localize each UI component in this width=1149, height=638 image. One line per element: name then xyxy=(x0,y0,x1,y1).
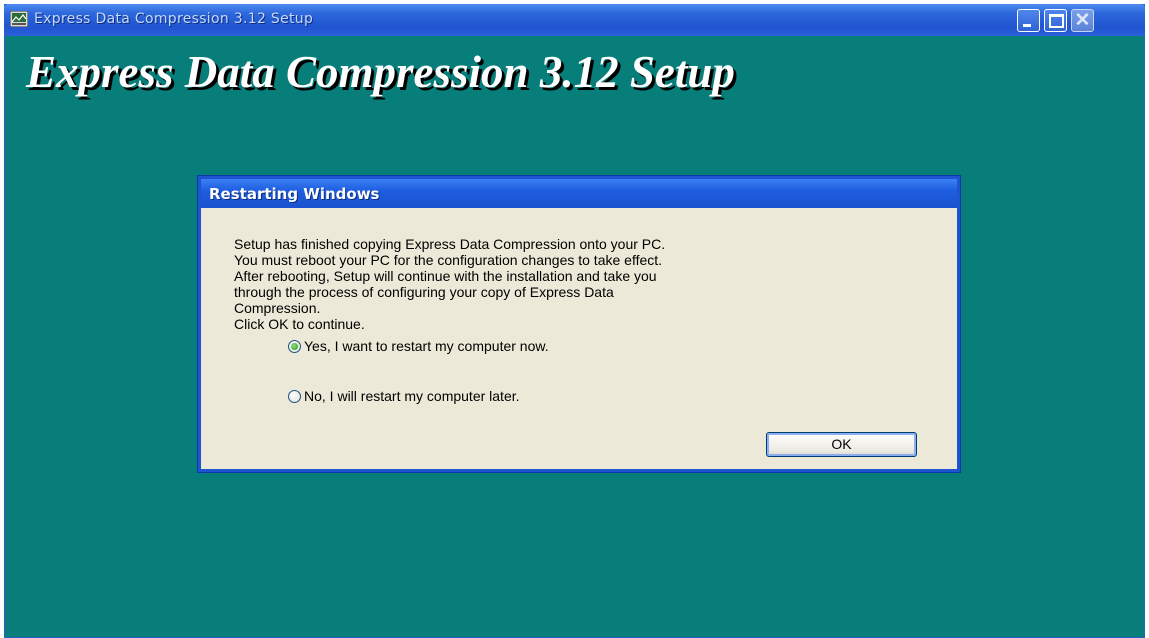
message-line: Click OK to continue. xyxy=(234,316,365,332)
ok-button[interactable]: OK xyxy=(766,432,917,457)
message-line: Compression. xyxy=(234,300,321,316)
restart-now-radio[interactable] xyxy=(288,339,301,353)
restart-now-label[interactable]: Yes, I want to restart my computer now. xyxy=(304,338,549,354)
close-icon: ✕ xyxy=(1074,10,1091,31)
message-line: Setup has finished copying Express Data … xyxy=(234,236,666,252)
setup-banner-title: Express Data Compression 3.12 Setup xyxy=(26,47,735,97)
restart-now-option[interactable]: Yes, I want to restart my computer now. xyxy=(288,338,549,354)
message-line: After rebooting, Setup will continue wit… xyxy=(234,268,657,284)
restart-dialog: Restarting Windows Setup has finished co… xyxy=(198,176,960,472)
message-line: through the process of configuring your … xyxy=(234,284,614,300)
dialog-titlebar[interactable]: Restarting Windows xyxy=(201,179,957,208)
window-title: Express Data Compression 3.12 Setup xyxy=(34,11,314,27)
minimize-button[interactable] xyxy=(1017,9,1040,32)
restart-later-radio[interactable] xyxy=(288,389,301,403)
restart-later-option[interactable]: No, I will restart my computer later. xyxy=(288,388,520,404)
window-titlebar[interactable]: Express Data Compression 3.12 Setup ✕ xyxy=(4,4,1145,36)
maximize-button[interactable] xyxy=(1044,9,1067,32)
setup-app-icon xyxy=(10,11,28,27)
restart-later-label[interactable]: No, I will restart my computer later. xyxy=(304,388,520,404)
message-line: You must reboot your PC for the configur… xyxy=(234,252,663,268)
close-button[interactable]: ✕ xyxy=(1071,9,1094,32)
dialog-message: Setup has finished copying Express Data … xyxy=(234,236,924,332)
dialog-title: Restarting Windows xyxy=(209,185,380,203)
